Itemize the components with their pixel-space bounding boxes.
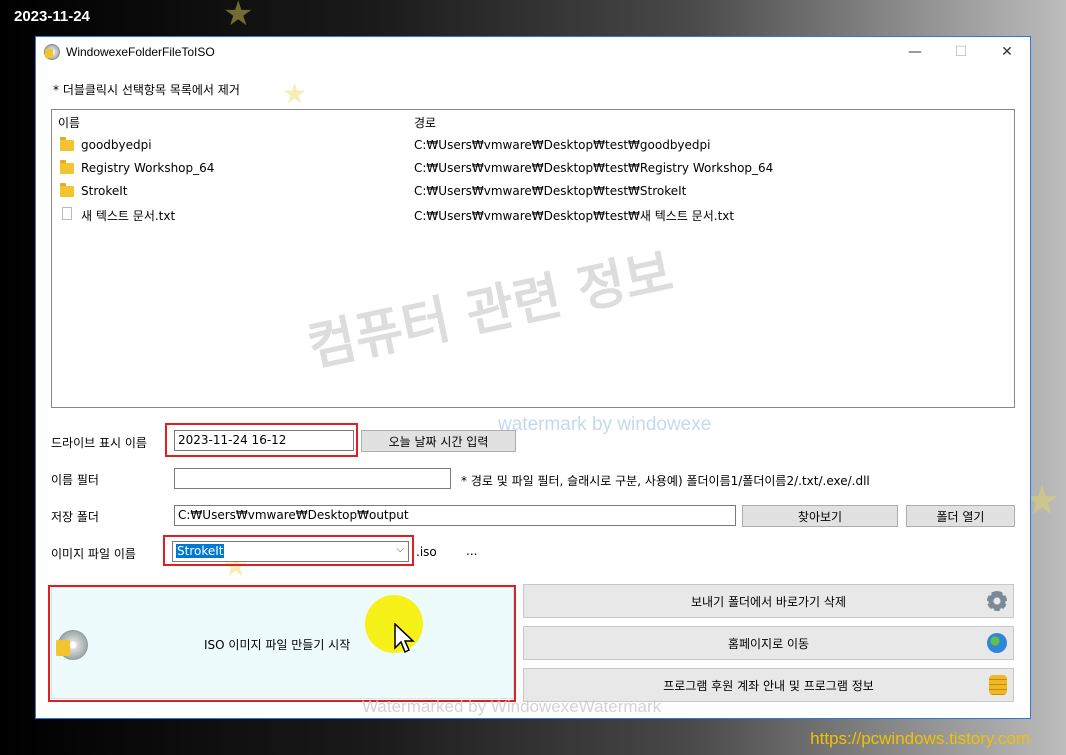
watermark-bottom: Watermarked by WindowexeWatermark: [362, 697, 662, 716]
folder-icon: [60, 137, 74, 151]
list-item[interactable]: StrokeIt C:₩Users₩vmware₩Desktop₩test₩St…: [52, 181, 1014, 201]
site-url: https://pcwindows.tistory.com: [810, 729, 1030, 748]
item-path: C:₩Users₩vmware₩Desktop₩test₩goodbyedpi: [414, 138, 711, 152]
program-info-label: 프로그램 후원 계좌 안내 및 프로그램 정보: [663, 678, 874, 693]
app-disc-icon: [44, 43, 60, 60]
highlight-box: [165, 423, 358, 457]
coins-icon: [989, 675, 1007, 695]
filter-hint: * 경로 및 파일 필터, 슬래시로 구분, 사용예) 폴더이름1/폴더이름2/…: [461, 474, 870, 488]
gear-icon: [987, 591, 1007, 611]
star-decoration: ★: [282, 77, 308, 110]
image-name-label: 이미지 파일 이름: [51, 547, 136, 561]
star-decoration: ★: [223, 0, 254, 34]
list-item[interactable]: goodbyedpi C:₩Users₩vmware₩Desktop₩test₩…: [52, 135, 1014, 155]
window-title: WindowexeFolderFileToISO: [66, 44, 215, 59]
today-datetime-button[interactable]: 오늘 날짜 시간 입력: [361, 430, 516, 452]
globe-icon: [987, 633, 1007, 653]
list-item[interactable]: Registry Workshop_64 C:₩Users₩vmware₩Des…: [52, 158, 1014, 178]
title-bar[interactable]: WindowexeFolderFileToISO — ☐ ✕: [36, 37, 1030, 67]
item-name: Registry Workshop_64: [81, 161, 215, 175]
highlight-box: [163, 535, 414, 566]
item-name: StrokeIt: [81, 184, 128, 198]
item-path: C:₩Users₩vmware₩Desktop₩test₩StrokeIt: [414, 184, 687, 198]
column-header-path[interactable]: 경로: [414, 114, 436, 131]
minimize-button[interactable]: —: [892, 37, 938, 66]
item-path: C:₩Users₩vmware₩Desktop₩test₩Registry Wo…: [414, 161, 774, 175]
hint-text: * 더블클릭시 선택항목 목록에서 제거: [53, 83, 240, 97]
maximize-button[interactable]: ☐: [938, 37, 984, 66]
open-folder-button[interactable]: 폴더 열기: [906, 505, 1015, 527]
close-button[interactable]: ✕: [984, 37, 1030, 66]
item-name: goodbyedpi: [81, 138, 152, 152]
homepage-label: 홈페이지로 이동: [727, 636, 810, 651]
filter-label: 이름 필터: [51, 473, 99, 487]
name-filter-input[interactable]: [174, 468, 451, 489]
app-window: WindowexeFolderFileToISO — ☐ ✕ ★ ★ ★ ★ ★…: [35, 36, 1031, 719]
date-stamp: 2023-11-24: [14, 8, 90, 25]
browse-button[interactable]: 찾아보기: [742, 505, 898, 527]
delete-shortcut-button[interactable]: 보내기 폴더에서 바로가기 삭제: [523, 584, 1014, 618]
save-folder-label: 저장 폴더: [51, 510, 99, 524]
save-folder-input[interactable]: C:₩Users₩vmware₩Desktop₩output: [174, 505, 736, 526]
file-icon: [62, 207, 72, 220]
item-path: C:₩Users₩vmware₩Desktop₩test₩새 텍스트 문서.tx…: [414, 209, 735, 223]
drive-label: 드라이브 표시 이름: [51, 436, 147, 450]
column-header-name[interactable]: 이름: [58, 114, 80, 131]
item-name: 새 텍스트 문서.txt: [81, 209, 176, 223]
highlight-box: [48, 585, 516, 702]
delete-shortcut-label: 보내기 폴더에서 바로가기 삭제: [691, 594, 846, 609]
folder-icon: [60, 183, 74, 197]
homepage-button[interactable]: 홈페이지로 이동: [523, 626, 1014, 660]
mouse-cursor-icon: [394, 623, 415, 654]
iso-extension: .iso: [416, 545, 437, 559]
watermark-english: watermark by windowexe: [498, 414, 712, 435]
folder-icon: [60, 160, 74, 174]
list-item[interactable]: 새 텍스트 문서.txt C:₩Users₩vmware₩Desktop₩tes…: [52, 204, 1014, 224]
more-indicator: ...: [466, 544, 478, 558]
